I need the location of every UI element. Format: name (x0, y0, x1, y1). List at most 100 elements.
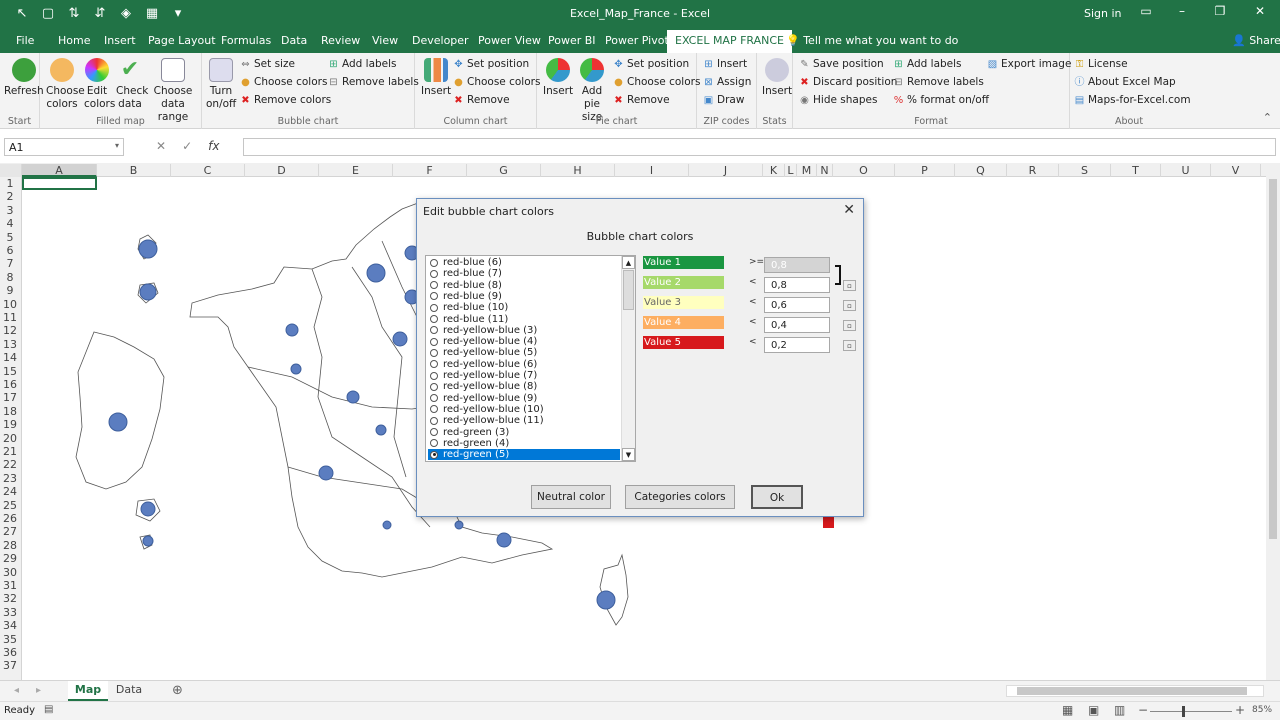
tab-developer[interactable]: Developer (412, 34, 469, 47)
bubble-remove-labels-button[interactable]: ⊟ Remove labels (328, 76, 419, 88)
radio-icon[interactable] (430, 405, 438, 414)
row-header[interactable]: 1 (0, 177, 20, 190)
row-header[interactable]: 3 (0, 204, 20, 217)
color-scheme-option[interactable]: red-blue (7) (428, 268, 620, 279)
column-header-b[interactable]: B (97, 164, 171, 177)
column-choose-colors-button[interactable]: ● Choose colors (453, 76, 540, 88)
check-data-button[interactable]: ✔ Check data (116, 58, 148, 111)
ok-button[interactable]: Ok (751, 485, 803, 509)
dialog-close-icon[interactable]: ✕ (843, 202, 855, 218)
pie-choose-colors-button[interactable]: ● Choose colors (613, 76, 700, 88)
pie-insert-button[interactable]: Insert (543, 58, 573, 98)
color-scheme-option[interactable]: red-yellow-blue (11) (428, 415, 620, 426)
column-insert-button[interactable]: Insert (421, 58, 451, 98)
sheet-tab-data[interactable]: Data (112, 681, 146, 701)
value-color-swatch[interactable]: Value 3 (643, 296, 724, 309)
scroll-thumb[interactable] (1269, 179, 1277, 539)
categories-colors-button[interactable]: Categories colors (625, 485, 735, 509)
about-excel-map-button[interactable]: ⓘ About Excel Map (1074, 76, 1176, 88)
neutral-color-button[interactable]: Neutral color (531, 485, 611, 509)
threshold-picker-icon[interactable]: ▫ (843, 340, 856, 351)
color-scheme-option[interactable]: red-yellow-blue (9) (428, 393, 620, 404)
row-header[interactable]: 6 (0, 244, 20, 257)
tab-power-view[interactable]: Power View (478, 34, 541, 47)
column-header-h[interactable]: H (541, 164, 615, 177)
bubble-add-labels-button[interactable]: ⊞ Add labels (328, 58, 396, 70)
tab-home[interactable]: Home (58, 34, 90, 47)
radio-icon[interactable] (430, 269, 438, 278)
column-header-a[interactable]: A (22, 164, 97, 177)
row-header[interactable]: 32 (0, 592, 20, 605)
tab-excel-map-france[interactable]: EXCEL MAP FRANCE (667, 30, 792, 53)
radio-icon[interactable] (430, 337, 438, 346)
row-header[interactable]: 20 (0, 432, 20, 445)
threshold-input[interactable]: 0,8 (764, 277, 830, 293)
collapse-ribbon-icon[interactable]: ⌃ (1263, 111, 1272, 124)
threshold-input[interactable]: 0,4 (764, 317, 830, 333)
refresh-button[interactable]: Refresh (4, 58, 44, 98)
tab-insert[interactable]: Insert (104, 34, 136, 47)
row-header[interactable]: 10 (0, 298, 20, 311)
color-scheme-option[interactable]: red-blue (10) (428, 302, 620, 313)
tab-data[interactable]: Data (281, 34, 307, 47)
row-header[interactable]: 28 (0, 539, 20, 552)
row-header[interactable]: 22 (0, 458, 20, 471)
row-header[interactable]: 16 (0, 378, 20, 391)
radio-icon[interactable] (430, 281, 438, 290)
column-header-c[interactable]: C (171, 164, 245, 177)
radio-icon[interactable] (430, 303, 438, 312)
color-scheme-option[interactable]: red-blue (9) (428, 291, 620, 302)
close-icon[interactable]: ✕ (1250, 4, 1270, 18)
radio-icon[interactable] (430, 348, 438, 357)
format-remove-labels-button[interactable]: ⊟ Remove labels (893, 76, 984, 88)
color-scheme-list[interactable]: red-blue (6) red-blue (7) red-blue (8) red-… (425, 255, 636, 462)
horizontal-scrollbar[interactable] (1006, 685, 1264, 697)
percent-format-button[interactable]: %% format on/off (893, 94, 989, 106)
row-header[interactable]: 37 (0, 659, 20, 672)
row-header[interactable]: 25 (0, 499, 20, 512)
tab-review[interactable]: Review (321, 34, 360, 47)
row-header[interactable]: 24 (0, 485, 20, 498)
radio-icon[interactable] (430, 315, 438, 323)
h-scroll-thumb[interactable] (1017, 687, 1247, 695)
column-header-k[interactable]: K (763, 164, 785, 177)
tell-me-box[interactable]: 💡 Tell me what you want to do (786, 34, 958, 47)
column-header-e[interactable]: E (319, 164, 393, 177)
color-scheme-option[interactable]: red-yellow-blue (8) (428, 381, 620, 392)
row-header[interactable]: 30 (0, 566, 20, 579)
color-scheme-option[interactable]: red-green (5) (428, 449, 620, 461)
column-header-s[interactable]: S (1059, 164, 1111, 177)
row-header[interactable]: 9 (0, 284, 20, 297)
zoom-in-icon[interactable]: + (1235, 703, 1245, 717)
sheet-tab-map[interactable]: Map (68, 681, 108, 701)
row-header[interactable]: 23 (0, 472, 20, 485)
select-all-corner[interactable] (0, 164, 22, 177)
license-button[interactable]: ⚿ License (1074, 58, 1128, 70)
row-header[interactable]: 33 (0, 606, 20, 619)
color-scheme-option[interactable]: red-blue (11) (428, 314, 620, 325)
column-header-d[interactable]: D (245, 164, 319, 177)
value-color-swatch[interactable]: Value 5 (643, 336, 724, 349)
row-header[interactable]: 12 (0, 324, 20, 337)
column-header-v[interactable]: V (1211, 164, 1261, 177)
radio-icon[interactable] (430, 258, 438, 267)
tab-power-pivot[interactable]: Power Pivot (605, 34, 669, 47)
row-header[interactable]: 19 (0, 418, 20, 431)
stats-insert-button[interactable]: Insert (762, 58, 792, 98)
cancel-icon[interactable]: ✕ (156, 139, 166, 153)
value-color-swatch[interactable]: Value 1 (643, 256, 724, 269)
row-header[interactable]: 5 (0, 231, 20, 244)
radio-icon[interactable] (430, 371, 438, 380)
radio-icon[interactable] (430, 360, 438, 369)
column-header-g[interactable]: G (467, 164, 541, 177)
formula-input[interactable] (243, 138, 1276, 156)
list-scroll-thumb[interactable] (623, 270, 634, 310)
color-scheme-option[interactable]: red-green (3) (428, 427, 620, 438)
row-header[interactable]: 26 (0, 512, 20, 525)
threshold-picker-icon[interactable]: ▫ (843, 300, 856, 311)
row-header[interactable]: 17 (0, 391, 20, 404)
normal-view-icon[interactable]: ▦ (1062, 703, 1073, 717)
macro-record-icon[interactable]: ▤ (44, 704, 53, 715)
scroll-up-icon[interactable]: ▲ (622, 256, 635, 269)
row-header[interactable]: 4 (0, 217, 20, 230)
